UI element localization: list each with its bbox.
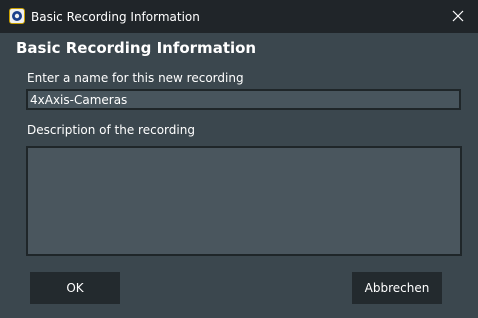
page-title: Basic Recording Information: [16, 39, 257, 57]
dialog-window: Basic Recording Information Basic Record…: [0, 0, 478, 318]
close-icon[interactable]: [450, 8, 466, 24]
description-textarea[interactable]: [26, 146, 462, 256]
window-title: Basic Recording Information: [31, 10, 200, 24]
cancel-button[interactable]: Abbrechen: [352, 272, 442, 304]
description-label: Description of the recording: [27, 123, 195, 137]
app-icon: [9, 8, 25, 24]
name-label: Enter a name for this new recording: [27, 71, 244, 85]
recording-name-input[interactable]: [26, 89, 461, 110]
ok-button[interactable]: OK: [30, 272, 120, 304]
title-bar[interactable]: Basic Recording Information: [0, 0, 478, 33]
